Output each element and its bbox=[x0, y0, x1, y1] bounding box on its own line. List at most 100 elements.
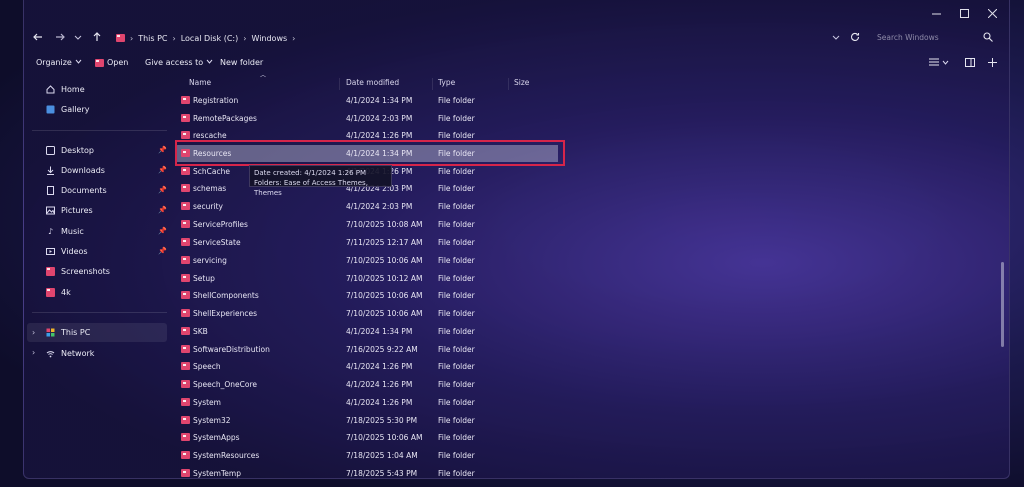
row-name: ShellExperiences bbox=[193, 309, 258, 318]
search-button[interactable] bbox=[980, 30, 996, 46]
divider bbox=[32, 312, 167, 313]
chevron-right-icon[interactable]: › bbox=[32, 348, 35, 357]
folder-icon bbox=[181, 327, 190, 335]
add-button[interactable] bbox=[988, 58, 997, 69]
table-row[interactable]: ShellExperiences 7/10/2025 10:06 AM File f… bbox=[176, 305, 558, 322]
table-row[interactable]: SystemApps 7/10/2025 10:06 AM File folder bbox=[176, 429, 558, 446]
table-row[interactable]: Setup 7/10/2025 10:12 AM File folder bbox=[176, 270, 558, 287]
folder-icon bbox=[181, 238, 190, 246]
table-row[interactable]: Speech 4/1/2024 1:26 PM File folder bbox=[176, 358, 558, 375]
row-type: File folder bbox=[438, 345, 475, 354]
table-row[interactable]: SKB 4/1/2024 1:34 PM File folder bbox=[176, 323, 558, 340]
nav-item-this-pc[interactable]: This PC bbox=[46, 324, 90, 340]
row-type: File folder bbox=[438, 114, 475, 123]
nav-item-music[interactable]: ♪ Music bbox=[46, 223, 84, 239]
row-type: File folder bbox=[438, 433, 475, 442]
chevron-right-icon: › bbox=[243, 33, 247, 43]
row-date: 7/10/2025 10:06 AM bbox=[346, 256, 423, 265]
preview-pane-icon bbox=[965, 58, 975, 69]
row-date: 7/16/2025 9:22 AM bbox=[346, 345, 418, 354]
row-name: ServiceProfiles bbox=[193, 220, 248, 229]
column-divider[interactable] bbox=[432, 78, 433, 90]
nav-label-gallery: Gallery bbox=[61, 104, 90, 114]
address-history-button[interactable] bbox=[828, 30, 844, 46]
table-row[interactable]: SystemTemp 7/18/2025 5:43 PM File folder bbox=[176, 465, 558, 478]
nav-item-downloads[interactable]: Downloads bbox=[46, 162, 105, 178]
row-date: 7/18/2025 5:30 PM bbox=[346, 416, 418, 425]
open-button[interactable]: Open bbox=[95, 58, 128, 67]
chevron-right-icon[interactable]: › bbox=[32, 328, 35, 337]
table-row[interactable]: RemotePackages 4/1/2024 2:03 PM File folde… bbox=[176, 110, 558, 127]
table-row[interactable]: System32 7/18/2025 5:30 PM File folder bbox=[176, 412, 558, 429]
column-header-name[interactable]: Name bbox=[189, 78, 211, 87]
column-header-type[interactable]: Type bbox=[438, 78, 455, 87]
folder-icon bbox=[181, 114, 190, 122]
column-divider[interactable] bbox=[508, 78, 509, 90]
forward-arrow-icon bbox=[55, 32, 65, 44]
forward-button[interactable] bbox=[52, 30, 68, 46]
back-button[interactable] bbox=[30, 30, 46, 46]
search-input[interactable]: Search Windows bbox=[870, 29, 995, 46]
row-date: 4/1/2024 1:26 PM bbox=[346, 131, 413, 140]
nav-label-network: Network bbox=[61, 348, 95, 358]
breadcrumb-this-pc[interactable]: This PC bbox=[138, 34, 167, 43]
minimize-button[interactable] bbox=[922, 4, 950, 22]
preview-pane-button[interactable] bbox=[965, 58, 975, 69]
table-row[interactable]: System 4/1/2024 1:26 PM File folder bbox=[176, 394, 558, 411]
navigation-pane: Home Gallery Desktop 📌 Downloads 📌 Docum… bbox=[24, 78, 169, 478]
organize-button[interactable]: Organize bbox=[36, 58, 82, 67]
row-date: 7/10/2025 10:12 AM bbox=[346, 274, 423, 283]
search-placeholder: Search Windows bbox=[877, 33, 939, 42]
pin-icon[interactable]: 📌 bbox=[158, 166, 167, 174]
table-row[interactable]: SoftwareDistribution 7/16/2025 9:22 AM Fil… bbox=[176, 341, 558, 358]
give-access-label: Give access to bbox=[145, 58, 204, 67]
close-icon bbox=[987, 8, 997, 18]
nav-label-4k: 4k bbox=[61, 287, 71, 297]
new-folder-button[interactable]: New folder bbox=[220, 58, 263, 67]
pin-icon[interactable]: 📌 bbox=[158, 146, 167, 154]
nav-item-4k[interactable]: 4k bbox=[46, 284, 71, 300]
pin-icon[interactable]: 📌 bbox=[158, 206, 167, 214]
pin-icon[interactable]: 📌 bbox=[158, 186, 167, 194]
nav-item-gallery[interactable]: Gallery bbox=[46, 101, 90, 117]
column-header-size[interactable]: Size bbox=[514, 78, 529, 87]
row-type: File folder bbox=[438, 398, 475, 407]
table-row[interactable]: security 4/1/2024 2:03 PM File folder bbox=[176, 198, 558, 215]
nav-item-pictures[interactable]: Pictures bbox=[46, 202, 93, 218]
list-view-icon bbox=[929, 58, 939, 68]
nav-item-documents[interactable]: Documents bbox=[46, 182, 107, 198]
give-access-button[interactable]: Give access to bbox=[145, 58, 213, 67]
nav-item-screenshots[interactable]: Screenshots bbox=[46, 263, 110, 279]
folder-icon bbox=[46, 266, 55, 276]
table-row[interactable]: Registration 4/1/2024 1:34 PM File folder bbox=[176, 92, 558, 109]
column-divider[interactable] bbox=[339, 78, 340, 90]
table-row[interactable]: servicing 7/10/2025 10:06 AM File folder bbox=[176, 252, 558, 269]
up-button[interactable] bbox=[89, 30, 105, 46]
nav-item-videos[interactable]: Videos bbox=[46, 243, 88, 259]
minimize-icon bbox=[931, 9, 941, 18]
pin-icon[interactable]: 📌 bbox=[158, 247, 167, 255]
row-name: System32 bbox=[193, 416, 231, 425]
nav-label-documents: Documents bbox=[61, 185, 107, 195]
refresh-icon bbox=[850, 32, 860, 44]
close-button[interactable] bbox=[978, 4, 1006, 22]
view-button[interactable] bbox=[929, 58, 949, 68]
table-row[interactable]: ServiceState 7/11/2025 12:17 AM File folde… bbox=[176, 234, 558, 251]
table-row[interactable]: SystemResources 7/18/2025 1:04 AM File fol… bbox=[176, 447, 558, 464]
table-row[interactable]: Speech_OneCore 4/1/2024 1:26 PM File folde… bbox=[176, 376, 558, 393]
chevron-down-icon bbox=[832, 33, 840, 43]
divider bbox=[32, 130, 167, 131]
breadcrumb-windows[interactable]: Windows bbox=[251, 34, 287, 43]
column-header-date[interactable]: Date modified bbox=[346, 78, 399, 87]
nav-item-desktop[interactable]: Desktop bbox=[46, 142, 94, 158]
breadcrumb-local-disk[interactable]: Local Disk (C:) bbox=[181, 34, 239, 43]
nav-item-home[interactable]: Home bbox=[46, 81, 85, 97]
recent-locations-button[interactable] bbox=[70, 30, 86, 46]
pin-icon[interactable]: 📌 bbox=[158, 227, 167, 235]
nav-item-network[interactable]: Network bbox=[46, 345, 94, 361]
table-row[interactable]: ShellComponents 7/10/2025 10:06 AM File fo… bbox=[176, 287, 558, 304]
maximize-button[interactable] bbox=[950, 4, 978, 22]
vertical-scrollbar-thumb[interactable] bbox=[1001, 262, 1004, 347]
table-row[interactable]: ServiceProfiles 7/10/2025 10:08 AM File fo… bbox=[176, 216, 558, 233]
refresh-button[interactable] bbox=[847, 30, 863, 46]
